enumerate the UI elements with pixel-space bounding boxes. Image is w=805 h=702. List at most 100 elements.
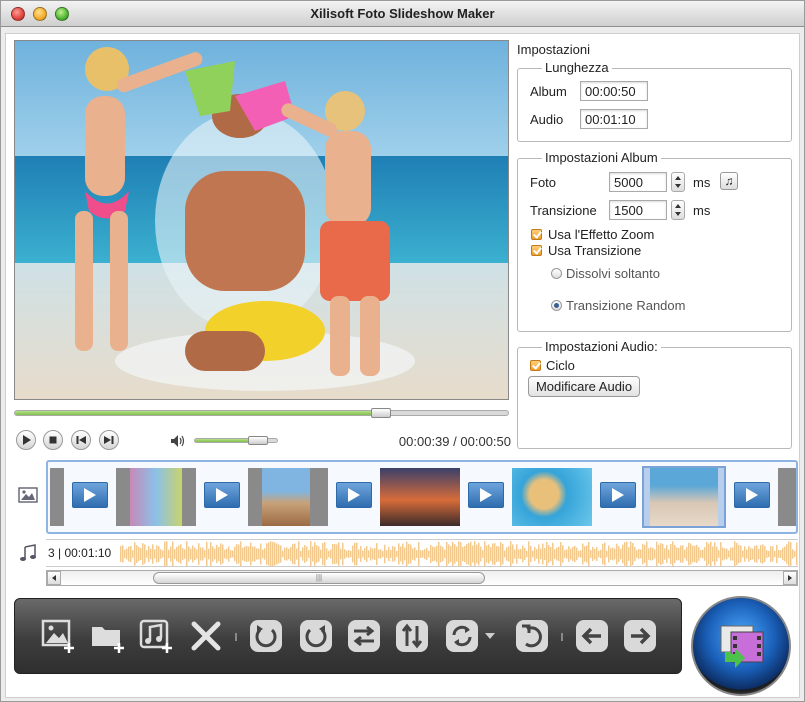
waveform-bar <box>474 541 476 566</box>
swap-button[interactable] <box>345 617 383 655</box>
photo-duration-field[interactable]: 5000 <box>609 172 667 192</box>
waveform-bar <box>302 547 304 561</box>
waveform-bar <box>382 550 384 558</box>
previous-button[interactable] <box>71 430 91 450</box>
delete-button[interactable] <box>187 617 225 655</box>
dissolve-only-radio[interactable] <box>551 268 562 279</box>
photo-duration-stepper[interactable] <box>671 172 685 192</box>
zoom-effect-checkbox[interactable] <box>531 229 542 240</box>
transition-duration-stepper[interactable] <box>671 200 685 220</box>
music-note-button[interactable]: ♫ <box>720 172 738 190</box>
play-button[interactable] <box>16 430 36 450</box>
random-transition-radio[interactable] <box>551 300 562 311</box>
waveform-bar <box>638 548 640 560</box>
waveform-bar <box>362 550 364 558</box>
waveform-bar <box>734 541 736 566</box>
timeline-scrollbar[interactable]: ||| <box>46 570 798 586</box>
waveform-bar <box>558 546 560 562</box>
volume-slider[interactable] <box>194 436 278 445</box>
add-folder-button[interactable] <box>89 617 127 655</box>
transition-effect-button[interactable] <box>443 617 481 655</box>
audio-length-field[interactable]: 00:01:10 <box>580 109 648 129</box>
waveform-bar <box>130 545 132 563</box>
next-button[interactable] <box>99 430 119 450</box>
waveform-bar <box>432 546 434 562</box>
waveform-bar <box>270 541 272 566</box>
transition-tile[interactable] <box>734 482 770 508</box>
waveform-bar <box>680 545 682 563</box>
play-icon <box>23 435 31 445</box>
skip-back-icon <box>76 436 86 444</box>
photo-thumbnail[interactable] <box>380 468 460 526</box>
refresh-icon <box>446 620 478 652</box>
edit-audio-button[interactable]: Modificare Audio <box>528 376 640 397</box>
waveform-bar <box>186 541 188 566</box>
waveform-bar <box>608 545 610 563</box>
audio-timeline[interactable]: 3 | 00:01:10 <box>46 539 798 567</box>
move-left-button[interactable] <box>573 617 611 655</box>
waveform-bar <box>400 546 402 562</box>
waveform-bar <box>740 545 742 563</box>
photo-thumbnail[interactable] <box>778 468 796 526</box>
waveform-bar <box>348 550 350 558</box>
seek-bar[interactable] <box>14 408 509 418</box>
window-title: Xilisoft Foto Slideshow Maker <box>310 6 495 21</box>
waveform-bar <box>260 543 262 565</box>
waveform-bar <box>484 541 486 566</box>
undo-button[interactable] <box>513 617 551 655</box>
scroll-left-arrow[interactable] <box>47 571 61 585</box>
transition-duration-field[interactable]: 1500 <box>609 200 667 220</box>
transition-tile[interactable] <box>72 482 108 508</box>
waveform-bar <box>796 542 798 566</box>
waveform-bar <box>478 542 480 566</box>
photo-thumbnail[interactable] <box>116 468 196 526</box>
photo-thumbnail[interactable] <box>50 468 64 526</box>
add-music-button[interactable] <box>137 617 175 655</box>
waveform-bar <box>280 545 282 563</box>
chevron-down-icon[interactable] <box>485 633 495 639</box>
transition-tile[interactable] <box>204 482 240 508</box>
photo-thumbnail[interactable] <box>512 468 592 526</box>
waveform-bar <box>224 549 226 559</box>
waveform-bar <box>146 550 148 558</box>
photo-timeline[interactable] <box>46 460 798 534</box>
waveform-bar <box>418 542 420 566</box>
scrollbar-thumb[interactable]: ||| <box>153 572 485 584</box>
waveform-bar <box>194 547 196 561</box>
waveform-bar <box>600 549 602 559</box>
waveform-bar <box>686 547 688 561</box>
volume-slider-handle[interactable] <box>248 436 268 445</box>
create-slideshow-button[interactable] <box>691 596 791 696</box>
waveform-bar <box>724 548 726 560</box>
transition-tile[interactable] <box>468 482 504 508</box>
flip-vertical-button[interactable] <box>393 617 431 655</box>
waveform-bar <box>582 543 584 565</box>
album-length-field[interactable]: 00:00:50 <box>580 81 648 101</box>
transition-tile[interactable] <box>336 482 372 508</box>
use-transition-checkbox[interactable] <box>531 245 542 256</box>
loop-checkbox[interactable] <box>530 360 541 371</box>
seek-bar-handle[interactable] <box>371 408 392 418</box>
waveform-bar <box>350 550 352 558</box>
photo-thumbnail[interactable] <box>248 468 328 526</box>
waveform-bar <box>566 549 568 559</box>
zoom-effect-label: Usa l'Effetto Zoom <box>548 227 655 242</box>
waveform-bar <box>250 542 252 566</box>
move-right-button[interactable] <box>621 617 659 655</box>
scroll-right-arrow[interactable] <box>783 571 797 585</box>
waveform-bar <box>292 544 294 564</box>
delete-icon <box>191 621 221 651</box>
rotate-left-button[interactable] <box>247 617 285 655</box>
waveform-bar <box>404 547 406 561</box>
volume-icon[interactable] <box>170 434 186 448</box>
rotate-right-button[interactable] <box>297 617 335 655</box>
photo-thumbnail-selected[interactable] <box>642 466 726 528</box>
add-photo-button[interactable] <box>39 617 77 655</box>
transition-tile[interactable] <box>600 482 636 508</box>
waveform-bar <box>534 547 536 561</box>
title-bar[interactable]: Xilisoft Foto Slideshow Maker <box>1 1 804 27</box>
waveform-bar <box>670 543 672 565</box>
waveform-bar <box>376 543 378 565</box>
waveform-bar <box>726 548 728 560</box>
stop-button[interactable] <box>43 430 63 450</box>
